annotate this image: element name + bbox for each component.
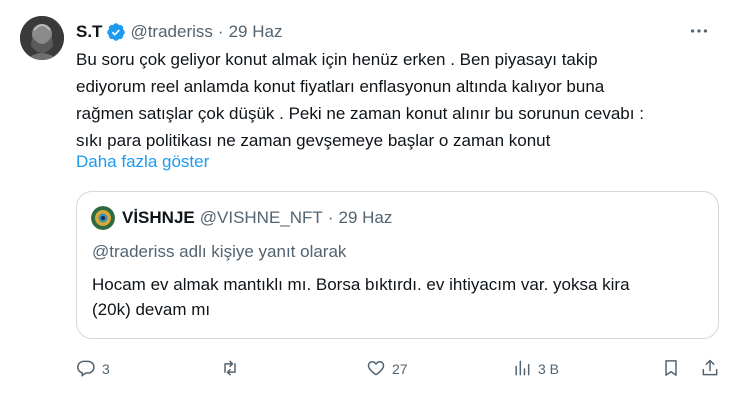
- reply-icon: [76, 358, 96, 381]
- bookmark-button[interactable]: [661, 356, 681, 382]
- retweet-button[interactable]: [220, 356, 246, 382]
- tweet-header: S.T @traderiss · 29 Haz: [76, 20, 282, 44]
- quote-separator-dot: ·: [327, 208, 334, 227]
- tweet-text: Bu soru çok geliyor konut almak için hen…: [76, 50, 644, 150]
- views-button[interactable]: 3 B: [512, 356, 559, 382]
- quote-author-name[interactable]: VİSHNJE: [122, 208, 195, 228]
- heart-icon: [366, 358, 386, 381]
- quoted-tweet[interactable]: VİSHNJE @VISHNE_NFT · 29 Haz @traderiss …: [76, 191, 719, 339]
- more-options-icon[interactable]: [688, 20, 712, 44]
- quote-text: Hocam ev almak mantıklı mı. Borsa bıktır…: [92, 275, 630, 319]
- like-count: 27: [392, 361, 408, 377]
- views-count: 3 B: [538, 361, 560, 377]
- reply-context: @traderiss adlı kişiye yanıt olarak: [92, 242, 347, 261]
- author-name[interactable]: S.T: [76, 22, 102, 42]
- avatar[interactable]: [20, 16, 64, 60]
- quote-date[interactable]: 29 Haz: [338, 208, 392, 228]
- tweet[interactable]: S.T @traderiss · 29 Haz Bu soru çok geli…: [0, 0, 730, 420]
- like-button[interactable]: 27: [366, 356, 408, 382]
- show-more-link[interactable]: Daha fazla göster: [76, 152, 209, 172]
- reply-count: 3: [102, 361, 110, 377]
- share-icon: [700, 358, 720, 381]
- reply-button[interactable]: 3: [76, 356, 110, 382]
- quote-avatar[interactable]: [91, 206, 115, 230]
- retweet-icon: [220, 358, 240, 381]
- tweet-date[interactable]: 29 Haz: [229, 22, 283, 42]
- separator-dot: ·: [217, 22, 224, 41]
- quote-header: VİSHNJE @VISHNE_NFT · 29 Haz: [122, 207, 392, 229]
- verified-badge-icon: [106, 22, 126, 42]
- analytics-icon: [512, 358, 532, 381]
- bookmark-icon: [661, 358, 681, 381]
- quote-author-handle[interactable]: @VISHNE_NFT: [200, 208, 323, 228]
- share-button[interactable]: [700, 356, 720, 382]
- action-bar: 3 27 3 B: [76, 356, 724, 382]
- author-handle[interactable]: @traderiss: [130, 22, 212, 42]
